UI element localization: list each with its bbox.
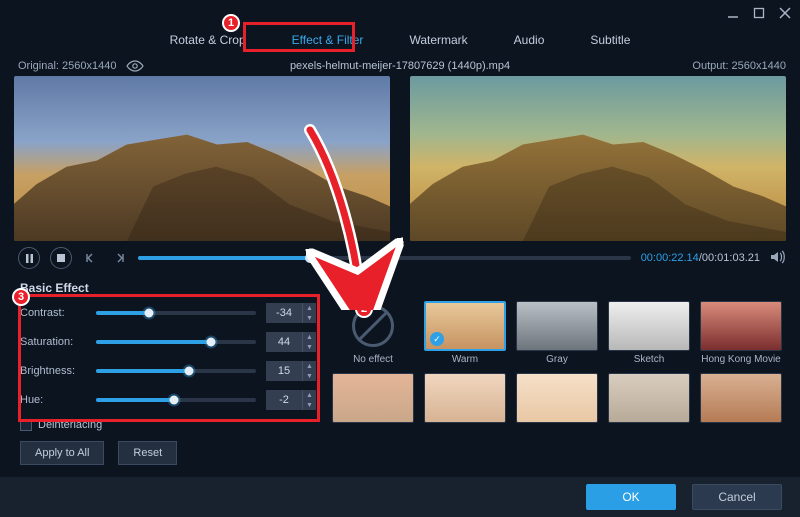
filter-sketch[interactable]: Sketch: [608, 301, 690, 365]
next-frame-button[interactable]: [110, 249, 128, 267]
apply-to-all-button[interactable]: Apply to All: [20, 441, 104, 465]
saturation-row: Saturation: 44 ▲▼: [20, 332, 316, 352]
filter-label: Sketch: [608, 354, 690, 365]
total-time: 00:01:03.21: [702, 252, 760, 264]
saturation-label: Saturation:: [20, 336, 86, 348]
filter-gray[interactable]: Gray: [516, 301, 598, 365]
filename-label: pexels-helmut-meijer-17807629 (1440p).mp…: [290, 60, 510, 72]
maximize-icon[interactable]: [752, 6, 766, 20]
brightness-label: Brightness:: [20, 365, 86, 377]
progress-knob[interactable]: [305, 253, 315, 263]
chevron-up-icon[interactable]: ▲: [303, 303, 316, 313]
preview-area: [0, 76, 800, 241]
brightness-value: 15: [266, 365, 302, 377]
chevron-down-icon[interactable]: ▼: [303, 400, 316, 410]
chevron-down-icon[interactable]: ▼: [303, 342, 316, 352]
pause-button[interactable]: [18, 247, 40, 269]
brightness-spinner[interactable]: 15 ▲▼: [266, 361, 316, 381]
tab-bar: Rotate & Crop Effect & Filter Watermark …: [0, 26, 800, 54]
original-resolution-label: Original: 2560x1440: [18, 60, 116, 72]
tab-watermark[interactable]: Watermark: [405, 33, 471, 47]
deinterlacing-checkbox[interactable]: [20, 419, 32, 431]
lower-panels: Basic Effect Contrast: -34 ▲▼ Saturation…: [0, 277, 800, 469]
preview-original: [14, 76, 390, 241]
titlebar: [0, 0, 800, 26]
filter-item[interactable]: [608, 373, 690, 423]
chevron-up-icon[interactable]: ▲: [303, 332, 316, 342]
filter-label: Warm: [424, 354, 506, 365]
filters-panel: Filters No effect ✓ Warm Gray: [322, 277, 786, 469]
volume-icon[interactable]: [770, 250, 786, 267]
preview-output: [410, 76, 786, 241]
prev-frame-button[interactable]: [82, 249, 100, 267]
tab-subtitle[interactable]: Subtitle: [586, 33, 634, 47]
basic-effect-panel: Basic Effect Contrast: -34 ▲▼ Saturation…: [14, 277, 322, 469]
filter-warm[interactable]: ✓ Warm: [424, 301, 506, 365]
minimize-icon[interactable]: [726, 6, 740, 20]
footer: OK Cancel: [0, 477, 800, 517]
hue-slider[interactable]: [96, 398, 256, 402]
current-time: 00:00:22.14: [641, 252, 699, 264]
tab-rotate-crop[interactable]: Rotate & Crop: [166, 33, 250, 47]
basic-effect-title: Basic Effect: [20, 281, 316, 295]
player-controls: 00:00:22.14/00:01:03.21: [0, 241, 800, 275]
brightness-row: Brightness: 15 ▲▼: [20, 361, 316, 381]
saturation-slider[interactable]: [96, 340, 256, 344]
brightness-slider[interactable]: [96, 369, 256, 373]
hue-row: Hue: -2 ▲▼: [20, 390, 316, 410]
filters-title: Filters: [334, 281, 782, 295]
filter-label: Hong Kong Movie: [700, 354, 782, 365]
contrast-spinner[interactable]: -34 ▲▼: [266, 303, 316, 323]
chevron-down-icon[interactable]: ▼: [303, 313, 316, 323]
deinterlacing-row[interactable]: Deinterlacing: [20, 419, 316, 431]
info-row: Original: 2560x1440 pexels-helmut-meijer…: [0, 54, 800, 76]
filter-item[interactable]: [424, 373, 506, 423]
tab-audio[interactable]: Audio: [510, 33, 549, 47]
eye-icon[interactable]: [126, 60, 144, 72]
deinterlacing-label: Deinterlacing: [38, 419, 102, 431]
no-effect-icon: [352, 305, 394, 347]
reset-button[interactable]: Reset: [118, 441, 177, 465]
chevron-down-icon[interactable]: ▼: [303, 371, 316, 381]
filter-hong-kong-movie[interactable]: Hong Kong Movie: [700, 301, 782, 365]
filter-label: Gray: [516, 354, 598, 365]
chevron-up-icon[interactable]: ▲: [303, 361, 316, 371]
ok-button[interactable]: OK: [586, 484, 676, 510]
contrast-value: -34: [266, 307, 302, 319]
saturation-spinner[interactable]: 44 ▲▼: [266, 332, 316, 352]
check-icon: ✓: [430, 332, 444, 346]
hue-spinner[interactable]: -2 ▲▼: [266, 390, 316, 410]
output-resolution-label: Output: 2560x1440: [692, 60, 786, 72]
tab-effect-filter[interactable]: Effect & Filter: [288, 33, 368, 47]
filter-no-effect[interactable]: No effect: [332, 301, 414, 365]
progress-fill: [138, 256, 310, 260]
time-display: 00:00:22.14/00:01:03.21: [641, 252, 760, 264]
filter-label: No effect: [332, 354, 414, 365]
filter-item[interactable]: [700, 373, 782, 423]
filter-item[interactable]: [516, 373, 598, 423]
chevron-up-icon[interactable]: ▲: [303, 390, 316, 400]
progress-bar[interactable]: [138, 256, 631, 260]
hue-label: Hue:: [20, 394, 86, 406]
contrast-row: Contrast: -34 ▲▼: [20, 303, 316, 323]
close-icon[interactable]: [778, 6, 792, 20]
saturation-value: 44: [266, 336, 302, 348]
hue-value: -2: [266, 394, 302, 406]
contrast-slider[interactable]: [96, 311, 256, 315]
filter-item[interactable]: [332, 373, 414, 423]
contrast-label: Contrast:: [20, 307, 86, 319]
stop-button[interactable]: [50, 247, 72, 269]
cancel-button[interactable]: Cancel: [692, 484, 782, 510]
